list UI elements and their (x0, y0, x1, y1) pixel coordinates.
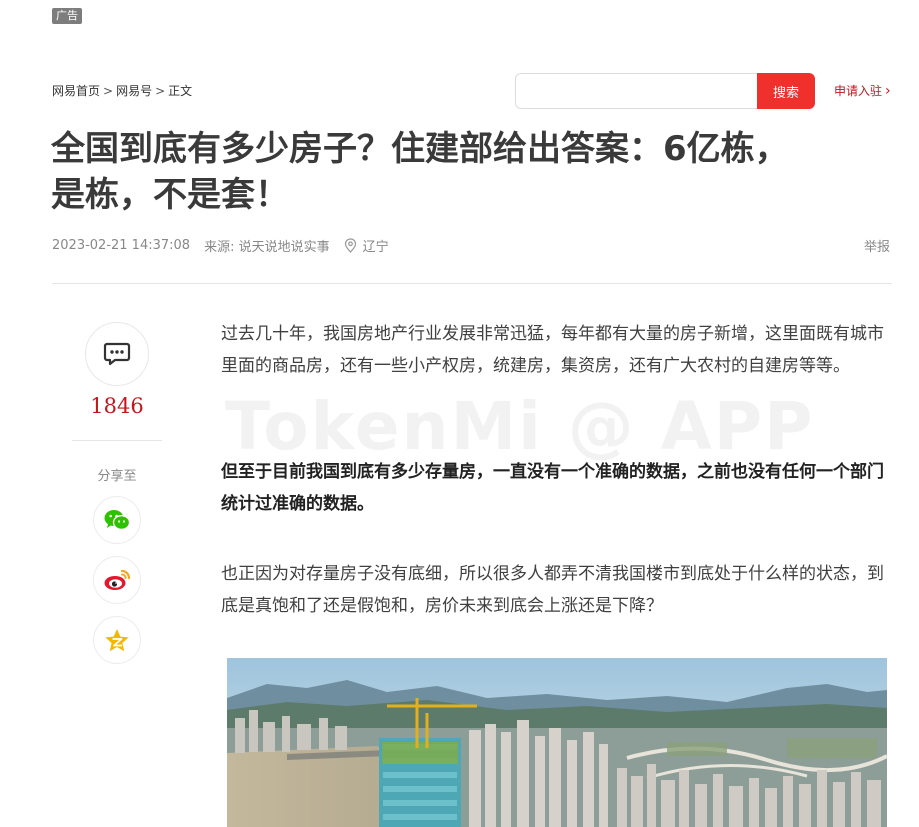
city-aerial-photo (227, 658, 887, 827)
share-label: 分享至 (97, 469, 137, 484)
breadcrumb-separator: > (103, 83, 114, 98)
watermark: TokenMi @ APP (225, 388, 815, 465)
chevron-right-icon: › (885, 82, 891, 99)
article-meta: 2023-02-21 14:37:08 来源: 说天说地说实事 辽宁 (52, 236, 389, 255)
page-title: 全国到底有多少房子？住建部给出答案：6亿栋， 是栋，不是套！ (51, 126, 891, 218)
title-line-2: 是栋，不是套！ (51, 175, 289, 215)
breadcrumb-home[interactable]: 网易首页 (52, 82, 100, 99)
comment-count[interactable]: 1846 (72, 394, 162, 418)
weibo-icon (104, 569, 131, 590)
sidebar-divider (72, 440, 162, 441)
article-paragraph-bold: 但至于目前我国到底有多少存量房，一直没有一个准确的数据，之前也没有任何一个部门统… (221, 462, 884, 514)
report-link[interactable]: 举报 (864, 236, 890, 255)
share-weibo-button[interactable] (93, 556, 141, 604)
search-bar: 搜索 (515, 73, 815, 109)
apply-join-link[interactable]: 申请入驻 › (834, 82, 891, 99)
article-source: 来源: 说天说地说实事 (204, 240, 330, 255)
ad-badge: 广告 (52, 8, 82, 24)
article-paragraph: 也正因为对存量房子没有底细，所以很多人都弄不清我国楼市到底处于什么样的状态，到底… (221, 564, 884, 616)
breadcrumb-netease-hao[interactable]: 网易号 (116, 82, 152, 99)
qzone-icon (105, 628, 129, 651)
share-wechat-button[interactable] (93, 496, 141, 544)
article-paragraph: 过去几十年，我国房地产行业发展非常迅猛，每年都有大量的房子新增，这里面既有城市里… (221, 324, 884, 376)
article-image-city-aerial (227, 658, 887, 827)
search-button[interactable]: 搜索 (757, 73, 815, 109)
breadcrumb: 网易首页 > 网易号 > 正文 (52, 82, 192, 99)
breadcrumb-separator: > (155, 83, 166, 98)
location-label: 辽宁 (362, 240, 389, 255)
location-pin-icon (344, 238, 356, 253)
wechat-icon (104, 510, 131, 530)
comment-button[interactable] (85, 322, 149, 386)
breadcrumb-current: 正文 (168, 84, 193, 98)
title-line-1: 全国到底有多少房子？住建部给出答案：6亿栋， (51, 129, 789, 169)
apply-join-label: 申请入驻 (834, 84, 883, 98)
article-location: 辽宁 (344, 236, 389, 255)
share-qzone-button[interactable] (93, 616, 141, 664)
header-divider (52, 283, 892, 284)
search-input[interactable] (515, 73, 757, 109)
publish-datetime: 2023-02-21 14:37:08 (52, 238, 191, 253)
comment-icon (103, 342, 131, 366)
